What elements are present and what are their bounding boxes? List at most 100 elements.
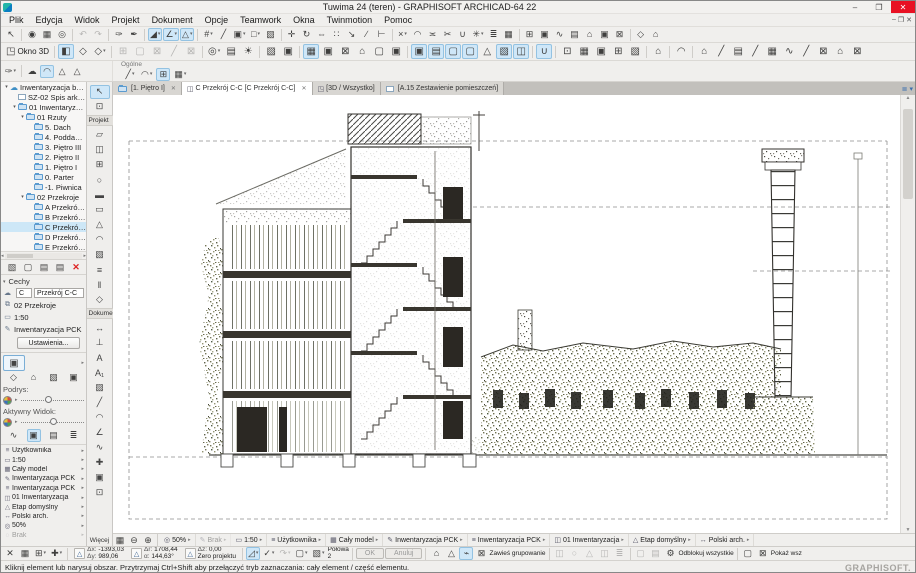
home-story-icon[interactable]: ⌂ [650,44,666,59]
favorites-icon[interactable]: ▤ [568,28,582,41]
check-document-icon[interactable]: ⌂ [583,28,597,41]
slope-guide-icon[interactable]: ∠▾ [163,28,179,41]
bring-front-icon[interactable]: ◫ [553,547,567,560]
menu-teamwork[interactable]: Teamwork [234,14,287,27]
scrollbar-thumb[interactable] [903,109,913,199]
refresh-icon[interactable]: ⊠ [613,28,627,41]
mdi-close-button[interactable]: ✕ [906,16,912,24]
look-to-icon[interactable]: ⊞ [115,44,131,59]
window-3d-button[interactable]: ◳Okno 3D [4,44,51,59]
cutting-planes-icon[interactable]: ▣ [411,44,427,59]
menu-okna[interactable]: Okna [287,14,321,27]
surface-quick-icon[interactable]: ▤ [730,44,746,59]
restore-button[interactable]: ❐ [867,1,891,13]
tab-close-icon[interactable]: ✕ [301,85,306,92]
turn-camera-icon[interactable]: ⊠ [183,44,199,59]
filter-elements-icon[interactable]: ▢ [462,44,478,59]
arrow-icon[interactable]: ↖ [4,28,18,41]
bottom-option-view-set[interactable]: ◫01 Inwentaryzacja▸ [550,534,629,546]
bottom-option-scale[interactable]: ▭1:50▸ [231,534,267,546]
group-elements-icon[interactable]: ▧ [264,28,278,41]
arrow-display-icon[interactable]: ▣ [388,44,404,59]
unlock-element-icon[interactable]: ▤ [649,547,663,560]
door-tool[interactable]: ◫ [90,143,110,157]
solid-operations-icon[interactable]: ≣ [487,28,501,41]
stretch-icon[interactable]: ↘ [345,28,359,41]
collapse-icon[interactable]: ▾ [3,279,6,285]
trace-switch-icon[interactable]: ▣ [320,44,336,59]
trim-icon[interactable]: ✂ [441,28,455,41]
explore-icon[interactable]: ⊠ [149,44,165,59]
wall-tool[interactable]: ▱ [90,128,110,142]
show-all-icon[interactable]: ▧ [496,44,512,59]
tree-item-2-piętro-ii[interactable]: 2. Piętro II [1,152,86,162]
bottom-option-renovation-filter[interactable]: △Etap domyślny▸ [629,534,696,546]
drawing-tool[interactable]: ⊡ [90,486,110,500]
bottom-option-magnifier[interactable]: ◎50%▸ [160,534,196,546]
align-icon[interactable]: ▦ [502,28,516,41]
sun-settings-icon[interactable]: ☀ [240,44,256,59]
floor-plan-cut-icon[interactable]: ▤ [428,44,444,59]
arc-tool[interactable]: ◠ [90,411,110,425]
edit-polygon-icon[interactable]: ▦ [40,28,54,41]
arrow-default-icon[interactable]: ╱▾ [123,68,137,81]
view-map-icon[interactable]: △ [55,65,69,78]
tree-item-sz-02-spis-arkuszy[interactable]: SZ-02 Spis arkuszy [1,92,86,102]
offset-icon[interactable]: ≍ [426,28,440,41]
fly-mode-icon[interactable]: ╱ [166,44,182,59]
inject-parameters-icon[interactable]: ✒ [127,28,141,41]
copy-settings-icon[interactable]: ∿ [553,28,567,41]
grid-snap-icon[interactable]: #▾ [201,28,215,41]
arrow-tool[interactable]: ↖ [90,85,110,99]
quick-option-pen-set[interactable]: ✎Inwentaryzacja PCK▸ [1,474,86,483]
virtual-building-icon[interactable]: ◠ [673,44,689,59]
active-view-opacity-slider[interactable] [21,417,84,427]
menu-widok[interactable]: Widok [69,14,106,27]
trace-opacity-slider[interactable] [21,395,84,405]
cursor-select-icon[interactable]: ▦▾ [172,68,188,81]
pickup-parameters-icon[interactable]: ✑ [112,28,126,41]
move-reference-icon[interactable]: ▤ [47,429,61,442]
close-button[interactable]: ✕ [891,1,915,13]
mdi-minimize-button[interactable]: – [892,16,896,24]
tree-item-b-przekrój-b-b[interactable]: B Przekrój B-B [1,212,86,222]
line-tool[interactable]: ╱ [90,396,110,410]
magic-wand-icon[interactable]: ⌁ [459,547,473,560]
renovation-quick-icon[interactable]: ⊠ [849,44,865,59]
tab--1-piętro-i-[interactable]: [1. Piętro I]✕ [113,82,182,95]
menu-plik[interactable]: Plik [3,14,30,27]
unlock-all-label[interactable]: Odblokuj wszystkie [679,550,734,557]
tree-item-5-dach[interactable]: 5. Dach [1,122,86,132]
fillet-icon[interactable]: ◠ [411,28,425,41]
menu-dokument[interactable]: Dokument [146,14,199,27]
quick-option-structure-display[interactable]: ▦Cały model▸ [1,465,86,474]
project-map-icon[interactable]: ◠ [40,65,54,78]
refresh-preview-icon[interactable]: ▣ [67,371,81,384]
bottom-option-pen-set[interactable]: ✎Inwentaryzacja PCK▸ [383,534,467,546]
eye-icon[interactable]: ◉ [25,28,39,41]
range-filter-icon[interactable]: ▢ [445,44,461,59]
slab-tool[interactable]: ▭ [90,203,110,217]
send-back-icon[interactable]: ◫ [598,547,612,560]
spline-tool[interactable]: ∿ [90,441,110,455]
quill-pin-icon[interactable]: ✑▾ [3,65,18,78]
mirror-icon[interactable]: ⇔ [315,28,329,41]
tree-item-4-poddasze[interactable]: 4. Poddasze [1,132,86,142]
auto-arrange-icon[interactable]: △ [444,547,458,560]
camera-icon[interactable]: ◎▾ [206,44,222,59]
snap-intervals-icon[interactable]: ▧▾ [311,547,327,560]
clean-intersections-icon[interactable]: ⌂ [354,44,370,59]
lock-icon[interactable]: □▾ [249,28,263,41]
scroll-right-icon[interactable]: ▸ [83,253,86,259]
tree-scrollbar[interactable]: ◂ ▸ [1,252,86,260]
ok-button[interactable]: OK [356,548,384,559]
profile-quick-icon[interactable]: ▦ [764,44,780,59]
marquee-default-icon[interactable]: ◠▾ [139,68,154,81]
guide-line-icon[interactable]: ╱ [216,28,230,41]
pen-quick-icon[interactable]: ╱ [713,44,729,59]
next-view-icon[interactable]: ▧ [627,44,643,59]
toolbox-more-button[interactable]: Więcej [90,535,110,546]
tab-list-icon[interactable]: ≣ [902,85,908,93]
snap-special-icon[interactable]: ▢▾ [294,547,310,560]
find-select-icon[interactable]: ▣ [538,28,552,41]
